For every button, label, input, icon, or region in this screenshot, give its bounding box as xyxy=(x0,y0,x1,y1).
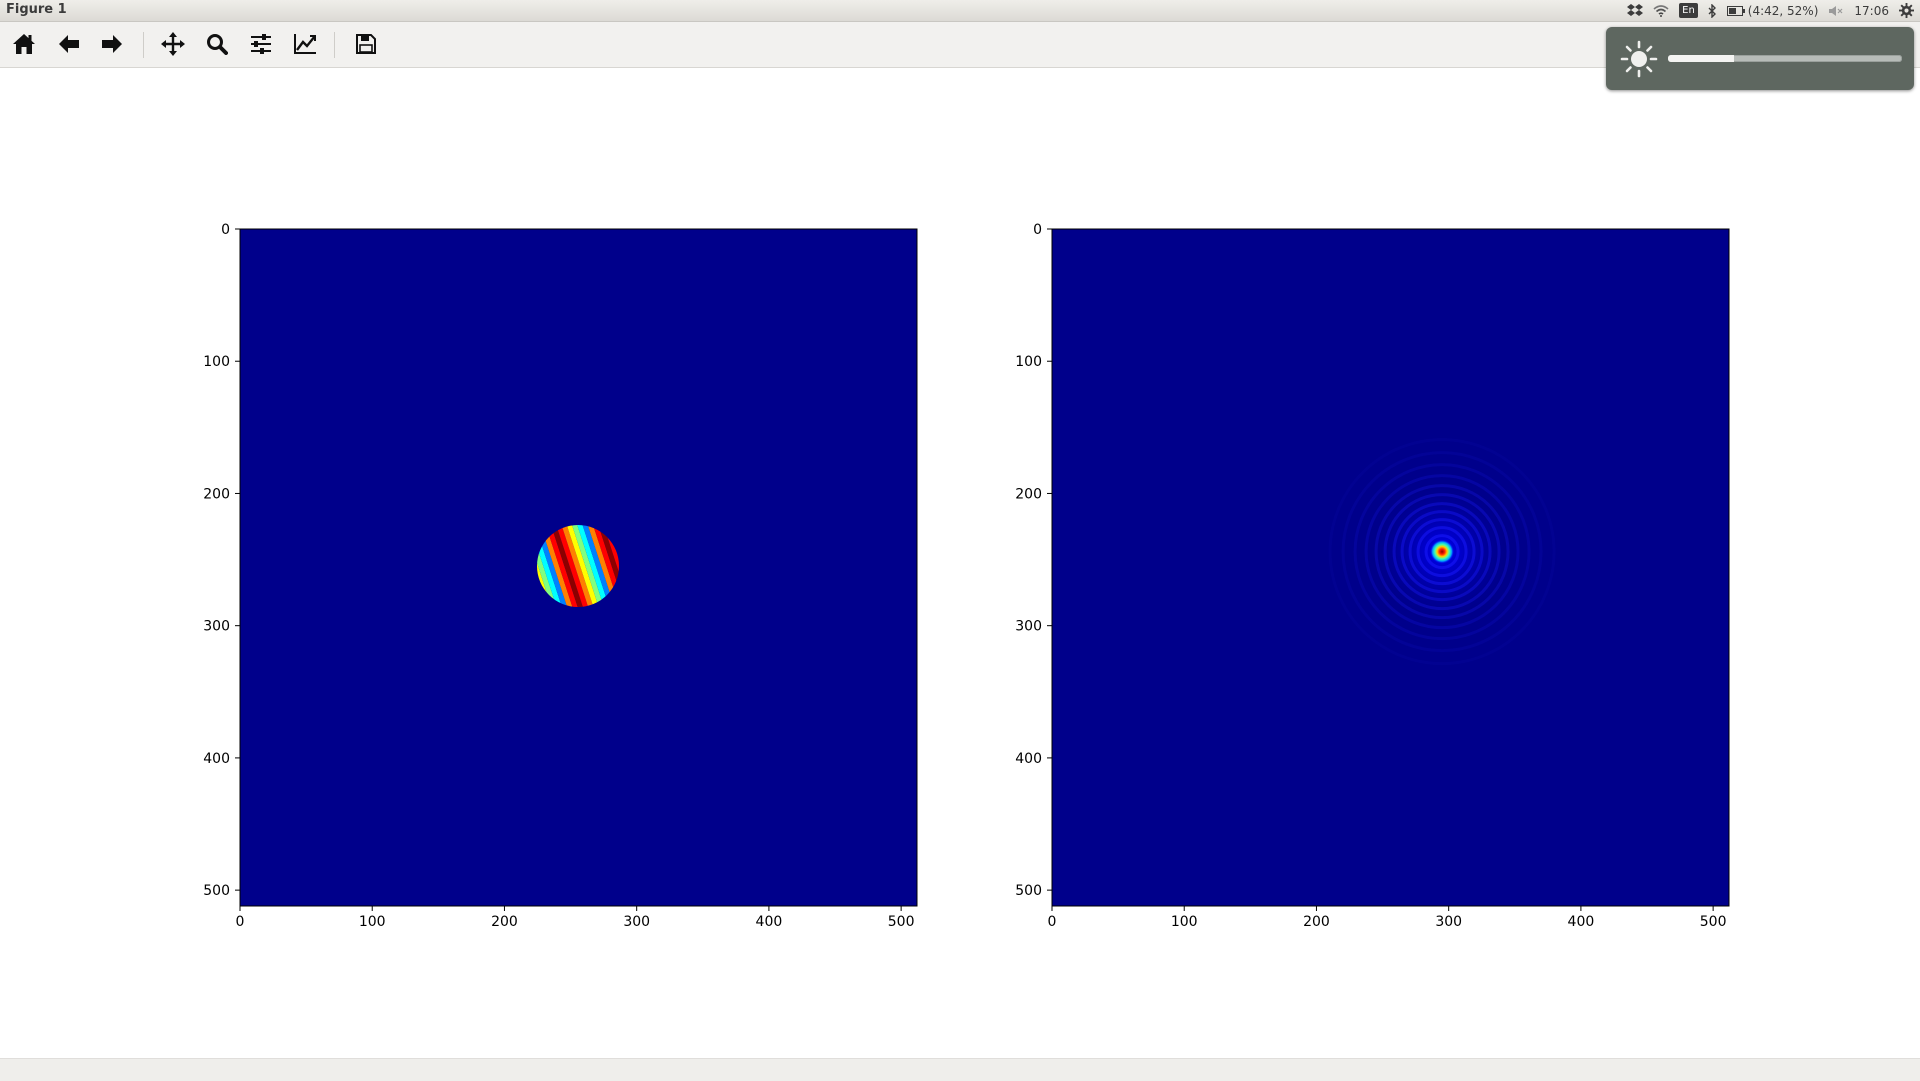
airy-core xyxy=(1430,539,1455,564)
x-tick-label: 0 xyxy=(1048,914,1057,930)
x-tick-label: 500 xyxy=(888,914,915,930)
y-tick-label: 300 xyxy=(1015,619,1042,635)
toolbar-separator xyxy=(143,32,144,58)
x-tick-label: 300 xyxy=(1435,914,1462,930)
y-tick-label: 100 xyxy=(203,354,230,370)
y-tick-label: 400 xyxy=(203,751,230,767)
back-button[interactable] xyxy=(53,28,85,60)
figure-svg: 0 100 200 300 400 500 0 100 200 300 400 500 0 100 200… xyxy=(203,222,1730,930)
zoom-button[interactable] xyxy=(201,28,233,60)
status-bar xyxy=(0,1058,1920,1081)
x-tick-label: 400 xyxy=(1568,914,1595,930)
zoom-icon xyxy=(207,34,228,55)
save-button[interactable] xyxy=(350,28,382,60)
y-tick-label: 100 xyxy=(1015,354,1042,370)
x-tick-label: 100 xyxy=(359,914,386,930)
toolbar-separator xyxy=(334,32,335,58)
x-tick-label: 0 xyxy=(236,914,245,930)
y-tick-label: 400 xyxy=(1015,751,1042,767)
line-chart-icon xyxy=(294,34,316,54)
clock[interactable]: 17:06 xyxy=(1854,4,1889,18)
x-tick-label: 300 xyxy=(623,914,650,930)
keyboard-layout-indicator[interactable]: En xyxy=(1679,3,1698,18)
battery-indicator[interactable]: (4:42, 52%) xyxy=(1726,3,1819,18)
bluetooth-icon[interactable] xyxy=(1708,3,1717,18)
edit-axes-button[interactable] xyxy=(289,28,321,60)
top-panel: Figure 1 En (4:42, 52%) 17:06 xyxy=(0,0,1920,22)
gear-icon[interactable] xyxy=(1899,3,1914,18)
y-tick-label: 500 xyxy=(203,883,230,899)
system-tray: En (4:42, 52%) 17:06 xyxy=(1627,0,1914,21)
y-tick-label: 200 xyxy=(1015,486,1042,502)
y-tick-label: 0 xyxy=(1033,222,1042,238)
x-tick-label: 100 xyxy=(1171,914,1198,930)
window-title: Figure 1 xyxy=(6,2,67,17)
x-tick-label: 200 xyxy=(1303,914,1330,930)
brightness-level-fill xyxy=(1668,55,1734,62)
arrow-left-icon xyxy=(59,35,79,53)
y-tick-label: 300 xyxy=(203,619,230,635)
arrow-right-icon xyxy=(102,35,122,53)
wifi-icon[interactable] xyxy=(1653,4,1669,17)
floppy-disk-icon xyxy=(356,34,376,54)
home-button[interactable] xyxy=(8,28,40,60)
brightness-level-bar xyxy=(1668,55,1902,62)
battery-icon xyxy=(1726,5,1745,16)
heatmap-right[interactable]: 0 100 200 300 400 500 0 100 200 300 400 500 xyxy=(1015,222,1730,930)
y-tick-label: 200 xyxy=(203,486,230,502)
battery-text: (4:42, 52%) xyxy=(1747,3,1819,18)
home-icon xyxy=(13,34,35,54)
sliders-icon xyxy=(251,34,271,54)
x-tick-label: 500 xyxy=(1700,914,1727,930)
y-tick-label: 500 xyxy=(1015,883,1042,899)
pan-button[interactable] xyxy=(157,28,189,60)
dropbox-icon[interactable] xyxy=(1627,3,1644,18)
forward-button[interactable] xyxy=(96,28,128,60)
figure-canvas[interactable]: 0 100 200 300 400 500 0 100 200 300 400 500 0 100 200… xyxy=(0,68,1920,1058)
subplots-button[interactable] xyxy=(245,28,277,60)
x-tick-label: 200 xyxy=(491,914,518,930)
heatmap-left[interactable]: 0 100 200 300 400 500 0 100 200 300 400 500 xyxy=(203,222,918,930)
volume-muted-icon[interactable] xyxy=(1828,5,1844,17)
y-tick-label: 0 xyxy=(221,222,230,238)
x-tick-label: 400 xyxy=(756,914,783,930)
move-icon xyxy=(161,32,185,56)
